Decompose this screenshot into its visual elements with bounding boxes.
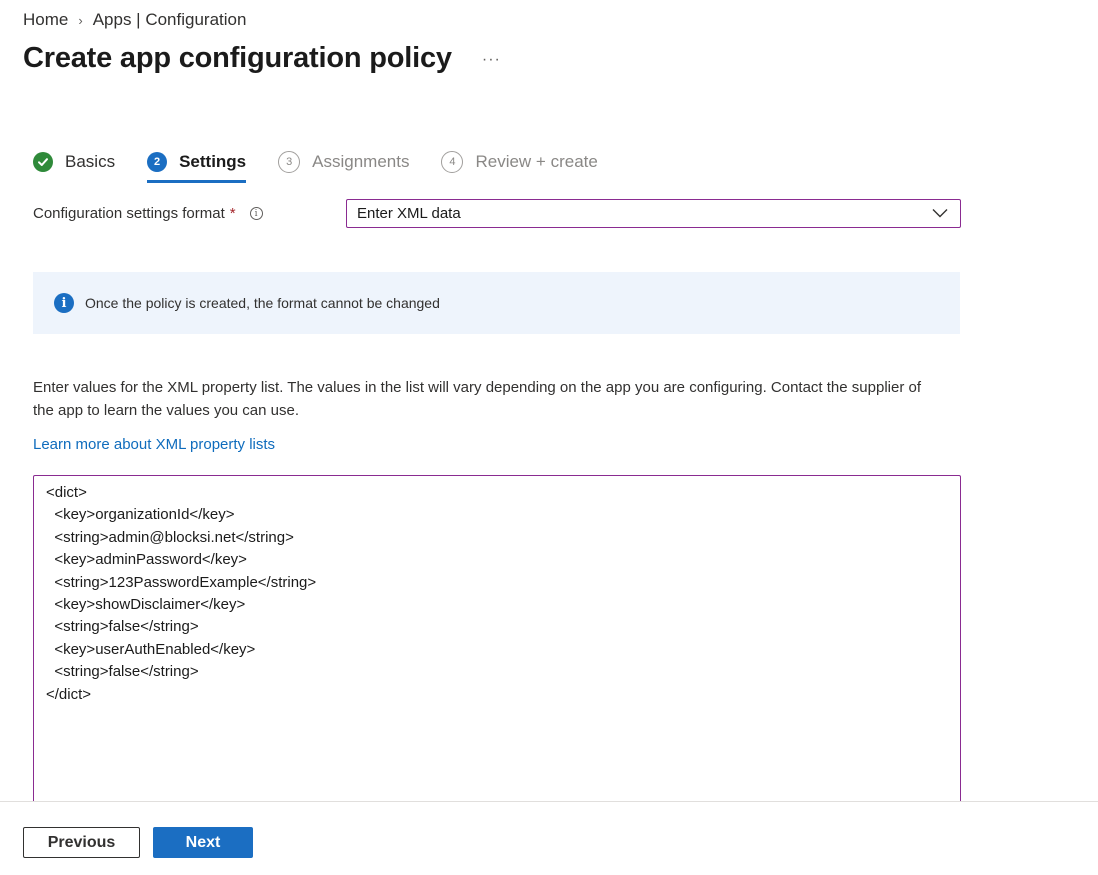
info-banner-text: Once the policy is created, the format c… (85, 295, 440, 311)
title-row: Create app configuration policy ··· (23, 42, 501, 75)
wizard-steps: Basics 2 Settings 3 Assignments 4 Review… (33, 148, 630, 183)
chevron-down-icon (932, 205, 948, 222)
breadcrumb: Home › Apps | Configuration (23, 10, 246, 30)
more-options-button[interactable]: ··· (482, 51, 501, 69)
step-settings[interactable]: 2 Settings (147, 148, 247, 183)
page-title: Create app configuration policy (23, 42, 452, 74)
breadcrumb-home[interactable]: Home (23, 10, 68, 30)
info-icon[interactable]: i (249, 207, 263, 220)
previous-button[interactable]: Previous (23, 827, 140, 858)
step-settings-label: Settings (179, 152, 247, 171)
step-basics-label: Basics (65, 152, 116, 171)
checkmark-circle-icon (33, 152, 53, 172)
create-app-config-page: Home › Apps | Configuration Create app c… (0, 0, 1098, 875)
breadcrumb-apps-configuration[interactable]: Apps | Configuration (93, 10, 247, 30)
next-button[interactable]: Next (153, 827, 253, 858)
xml-description: Enter values for the XML property list. … (33, 379, 921, 419)
format-label-text: Configuration settings format (33, 205, 225, 222)
required-indicator: * (229, 205, 236, 222)
step-assignments[interactable]: 3 Assignments (278, 148, 409, 176)
step-review-create-label: Review + create (475, 152, 598, 171)
learn-more-link[interactable]: Learn more about XML property lists (33, 436, 275, 453)
format-dropdown-value: Enter XML data (357, 205, 461, 222)
info-banner: i Once the policy is created, the format… (33, 272, 960, 334)
wizard-footer: Previous Next (0, 801, 1098, 875)
info-icon: i (54, 293, 74, 313)
step-review-create[interactable]: 4 Review + create (441, 148, 598, 176)
step-assignments-number: 3 (278, 151, 301, 173)
step-basics[interactable]: Basics (33, 148, 115, 176)
step-review-create-number: 4 (441, 151, 464, 173)
format-dropdown[interactable]: Enter XML data (346, 199, 961, 228)
format-field-label: Configuration settings format * i (33, 205, 263, 222)
xml-editor[interactable]: <dict> <key>organizationId</key> <string… (33, 475, 961, 815)
chevron-right-icon: › (78, 12, 83, 28)
step-assignments-label: Assignments (312, 152, 410, 171)
step-settings-number: 2 (147, 152, 168, 172)
